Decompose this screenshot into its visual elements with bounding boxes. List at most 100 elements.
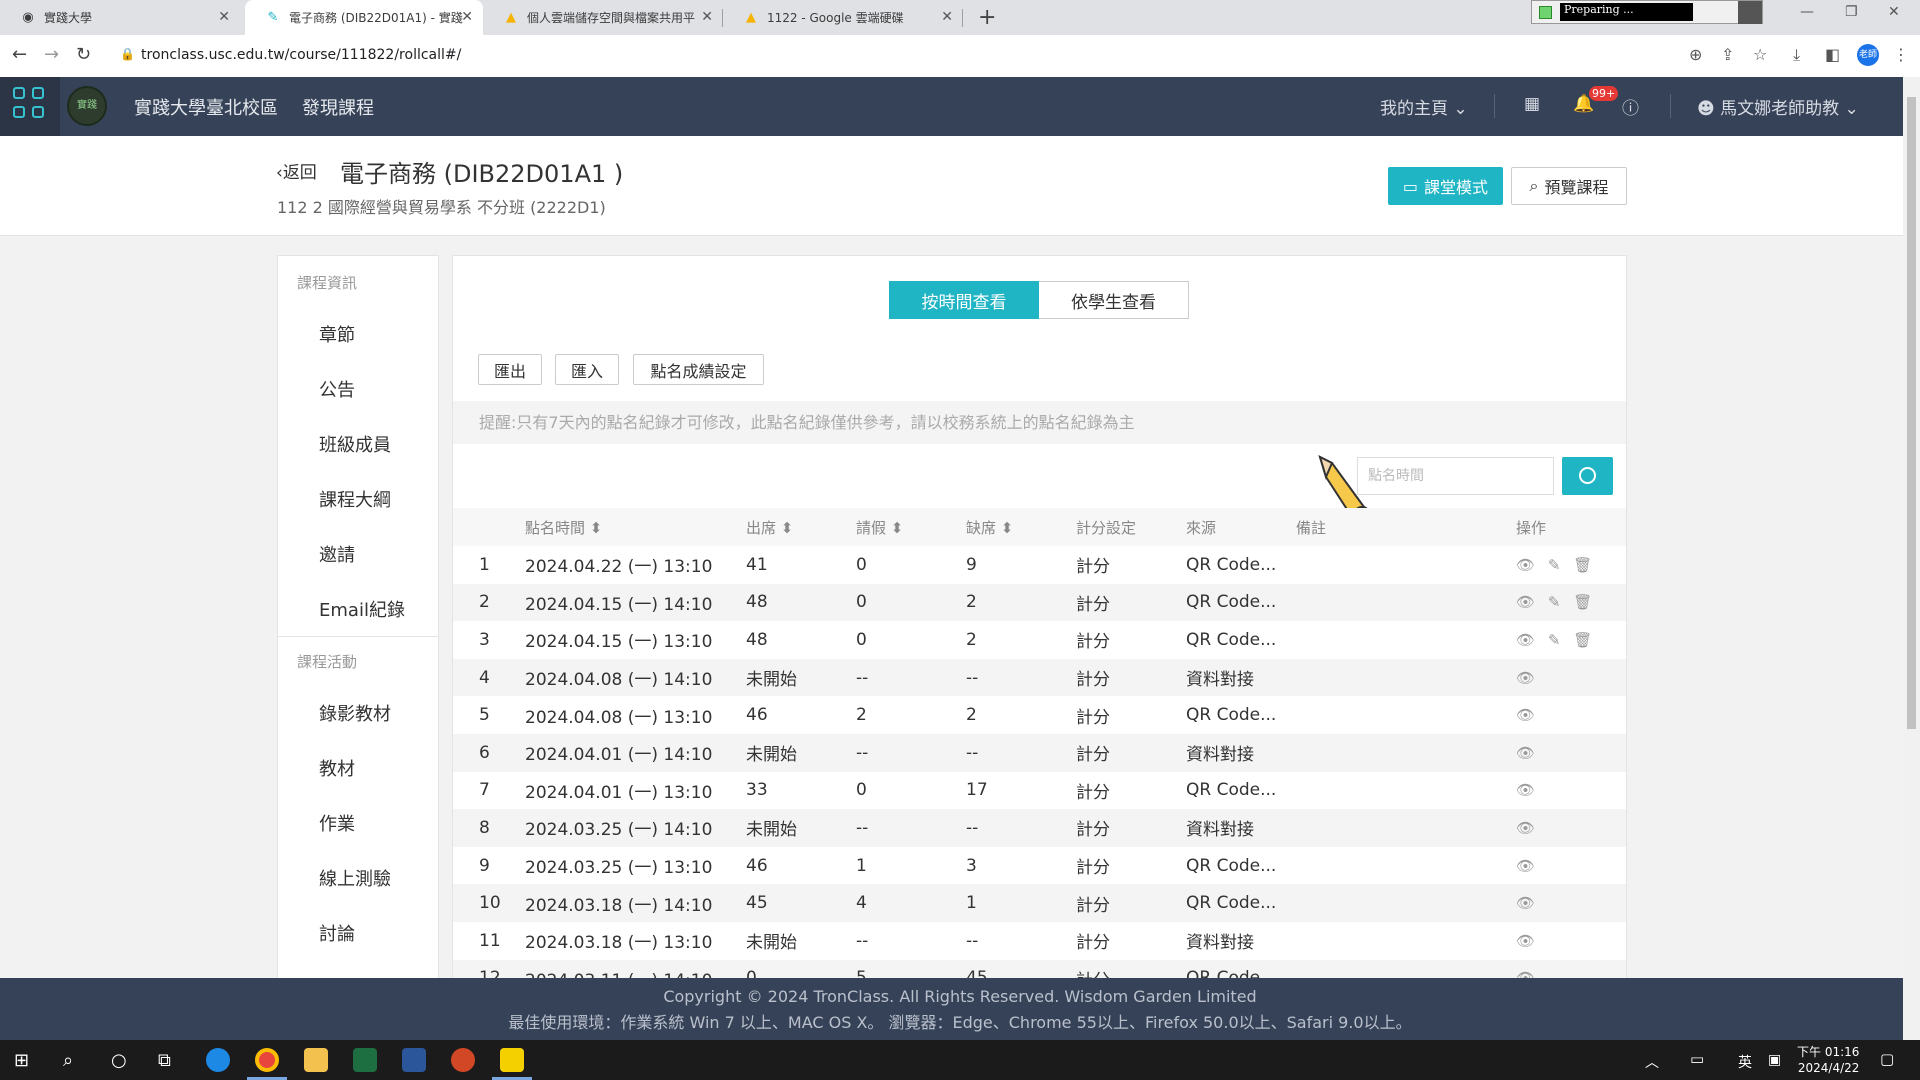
campus-link[interactable]: 實踐大學臺北校區	[134, 94, 278, 120]
view-eye-icon[interactable]: 👁	[1516, 781, 1539, 799]
forward-arrow-icon[interactable]: →	[44, 44, 59, 65]
scrollbar-thumb[interactable]	[1907, 97, 1916, 729]
sidebar-item-materials[interactable]: 教材	[319, 755, 355, 781]
edit-icon[interactable]: ✎	[1548, 556, 1565, 574]
delete-trash-icon[interactable]: 🗑	[1573, 556, 1596, 574]
tab-view-by-time[interactable]: 按時間查看	[889, 281, 1039, 319]
view-eye-icon[interactable]: 👁	[1516, 556, 1539, 574]
col-leave[interactable]: 請假 ⬍	[856, 508, 966, 546]
view-eye-icon[interactable]: 👁	[1516, 631, 1539, 649]
sidepanel-icon[interactable]: ◧	[1825, 45, 1840, 64]
view-eye-icon[interactable]: 👁	[1516, 744, 1539, 762]
sidebar-item-discussion[interactable]: 討論	[319, 920, 355, 946]
search-icon[interactable]: ⌕	[63, 1050, 73, 1071]
preview-course-button[interactable]: ⌕ 預覽課程	[1511, 167, 1627, 205]
calendar-icon[interactable]: ▦	[1524, 94, 1540, 114]
input-mode-icon[interactable]: ▣	[1768, 1052, 1781, 1068]
close-tab-icon[interactable]: ✕	[701, 9, 713, 25]
sort-icon[interactable]: ⬍	[590, 519, 603, 537]
sidebar-item-announcements[interactable]: 公告	[319, 376, 355, 402]
sidebar-item-online-quiz[interactable]: 線上測驗	[319, 865, 391, 891]
download-icon[interactable]: ⤓	[1793, 45, 1800, 65]
ime-indicator[interactable]: 英	[1738, 1052, 1752, 1072]
view-eye-icon[interactable]: 👁	[1516, 706, 1539, 724]
sidebar-item-email-log[interactable]: Email紀錄	[319, 596, 405, 622]
close-tab-icon[interactable]: ✕	[941, 9, 953, 25]
table-row[interactable]: 9 2024.03.25 (一) 13:10 46 1 3 計分 QR Code... 👁	[453, 847, 1626, 885]
sidebar-item-members[interactable]: 班級成員	[319, 431, 391, 457]
import-button[interactable]: 匯入	[555, 354, 619, 385]
windows-start-icon[interactable]: ⊞	[14, 1050, 29, 1071]
file-explorer-icon[interactable]	[304, 1048, 328, 1072]
tab-view-by-student[interactable]: 依學生查看	[1039, 281, 1189, 319]
table-row[interactable]: 6 2024.04.01 (一) 14:10 未開始 -- -- 計分 資料對接 👁	[453, 733, 1626, 772]
reload-icon[interactable]: ↻	[76, 44, 91, 65]
window-close-icon[interactable]: ✕	[1888, 4, 1900, 20]
edge-icon[interactable]	[206, 1048, 230, 1072]
my-home-menu[interactable]: 我的主頁 ⌄	[1380, 94, 1468, 119]
table-row[interactable]: 5 2024.04.08 (一) 13:10 46 2 2 計分 QR Code... 👁	[453, 696, 1626, 734]
table-row[interactable]: 7 2024.04.01 (一) 13:10 33 0 17 計分 QR Code... 👁	[453, 772, 1626, 810]
chevron-up-icon[interactable]: ︿	[1645, 1052, 1659, 1072]
tab-usc[interactable]: ◉ 實踐大學 ✕	[0, 0, 240, 35]
user-menu[interactable]: ☻ 馬文娜老師助教 ⌄	[1697, 94, 1859, 119]
table-row[interactable]: 2 2024.04.15 (一) 14:10 48 0 2 計分 QR Code... 👁 ✎…	[453, 583, 1626, 622]
search-button[interactable]	[1562, 457, 1613, 495]
sort-icon[interactable]: ⬍	[1001, 519, 1014, 537]
back-arrow-icon[interactable]: ←	[12, 44, 27, 65]
discover-courses-link[interactable]: 發現課程	[302, 94, 374, 120]
table-row[interactable]: 10 2024.03.18 (一) 14:10 45 4 1 計分 QR Code... 👁	[453, 884, 1626, 922]
url-field[interactable]: tronclass.usc.edu.tw/course/111822/rollc…	[141, 47, 461, 63]
col-absent[interactable]: 缺席 ⬍	[966, 508, 1076, 546]
network-icon[interactable]: ▭	[1690, 1050, 1704, 1068]
new-tab-icon[interactable]: +	[978, 5, 996, 30]
university-logo[interactable]: 實踐	[67, 86, 107, 126]
lock-icon[interactable]: 🔒	[120, 47, 135, 61]
profile-avatar[interactable]: 老師	[1857, 44, 1879, 66]
bookmark-star-icon[interactable]: ☆	[1753, 45, 1767, 64]
col-present[interactable]: 出席 ⬍	[746, 508, 856, 546]
help-icon[interactable]: ⓘ	[1622, 94, 1639, 119]
restore-icon[interactable]: ❐	[1845, 4, 1858, 20]
zoom-icon[interactable]: ⊕	[1689, 45, 1702, 64]
sidebar-item-homework[interactable]: 作業	[319, 810, 355, 836]
table-row[interactable]: 11 2024.03.18 (一) 13:10 未開始 -- -- 計分 資料對接 👁	[453, 922, 1626, 960]
edit-icon[interactable]: ✎	[1548, 631, 1565, 649]
table-row[interactable]: 4 2024.04.08 (一) 14:10 未開始 -- -- 計分 資料對接 👁	[453, 658, 1626, 697]
tab-google-drive[interactable]: ▲ 1122 - Google 雲端硬碟 ✕	[723, 0, 963, 35]
view-eye-icon[interactable]: 👁	[1516, 857, 1539, 875]
class-mode-button[interactable]: ▭ 課堂模式	[1388, 167, 1503, 205]
sidebar-item-invite[interactable]: 邀請	[319, 541, 355, 567]
tab-ecommerce[interactable]: ✎ 電子商務 (DIB22D01A1) - 實踐 ✕	[245, 0, 483, 35]
apps-grid-icon[interactable]	[0, 77, 60, 136]
score-settings-button[interactable]: 點名成績設定	[633, 354, 764, 385]
table-row[interactable]: 3 2024.04.15 (一) 13:10 48 0 2 計分 QR Code... 👁 ✎…	[453, 621, 1626, 659]
view-eye-icon[interactable]: 👁	[1516, 894, 1539, 912]
edit-icon[interactable]: ✎	[1548, 593, 1565, 611]
cortana-icon[interactable]: ○	[111, 1050, 127, 1071]
tab-cloud-storage[interactable]: ▲ 個人雲端儲存空間與檔案共用平 ✕	[483, 0, 723, 35]
sort-icon[interactable]: ⬍	[891, 519, 904, 537]
table-row[interactable]: 8 2024.03.25 (一) 14:10 未開始 -- -- 計分 資料對接 👁	[453, 809, 1626, 847]
minimize-icon[interactable]: —	[1800, 4, 1814, 20]
close-tab-icon[interactable]: ✕	[218, 9, 230, 25]
task-view-icon[interactable]: ⧉	[158, 1050, 171, 1071]
powerpoint-icon[interactable]	[451, 1048, 475, 1072]
table-row[interactable]: 1 2024.04.22 (一) 13:10 41 0 9 計分 QR Code... 👁 ✎…	[453, 546, 1626, 584]
sidebar-item-syllabus[interactable]: 課程大綱	[319, 486, 391, 512]
view-eye-icon[interactable]: 👁	[1516, 593, 1539, 611]
sort-icon[interactable]: ⬍	[781, 519, 794, 537]
share-icon[interactable]: ⇪	[1721, 45, 1734, 64]
back-link[interactable]: ‹返回	[276, 158, 317, 183]
view-eye-icon[interactable]: 👁	[1516, 819, 1539, 837]
view-eye-icon[interactable]: 👁	[1516, 932, 1539, 950]
recorder-app-icon[interactable]	[500, 1048, 524, 1072]
sidebar-item-chapters[interactable]: 章節	[319, 321, 355, 347]
menu-dots-icon[interactable]: ⋮	[1893, 45, 1909, 64]
view-eye-icon[interactable]: 👁	[1516, 669, 1539, 687]
rollcall-time-search-input[interactable]: 點名時間	[1357, 457, 1554, 495]
sidebar-item-videos[interactable]: 錄影教材	[319, 700, 391, 726]
word-icon[interactable]	[402, 1048, 426, 1072]
close-tab-icon[interactable]: ✕	[461, 9, 473, 25]
delete-trash-icon[interactable]: 🗑	[1573, 631, 1596, 649]
